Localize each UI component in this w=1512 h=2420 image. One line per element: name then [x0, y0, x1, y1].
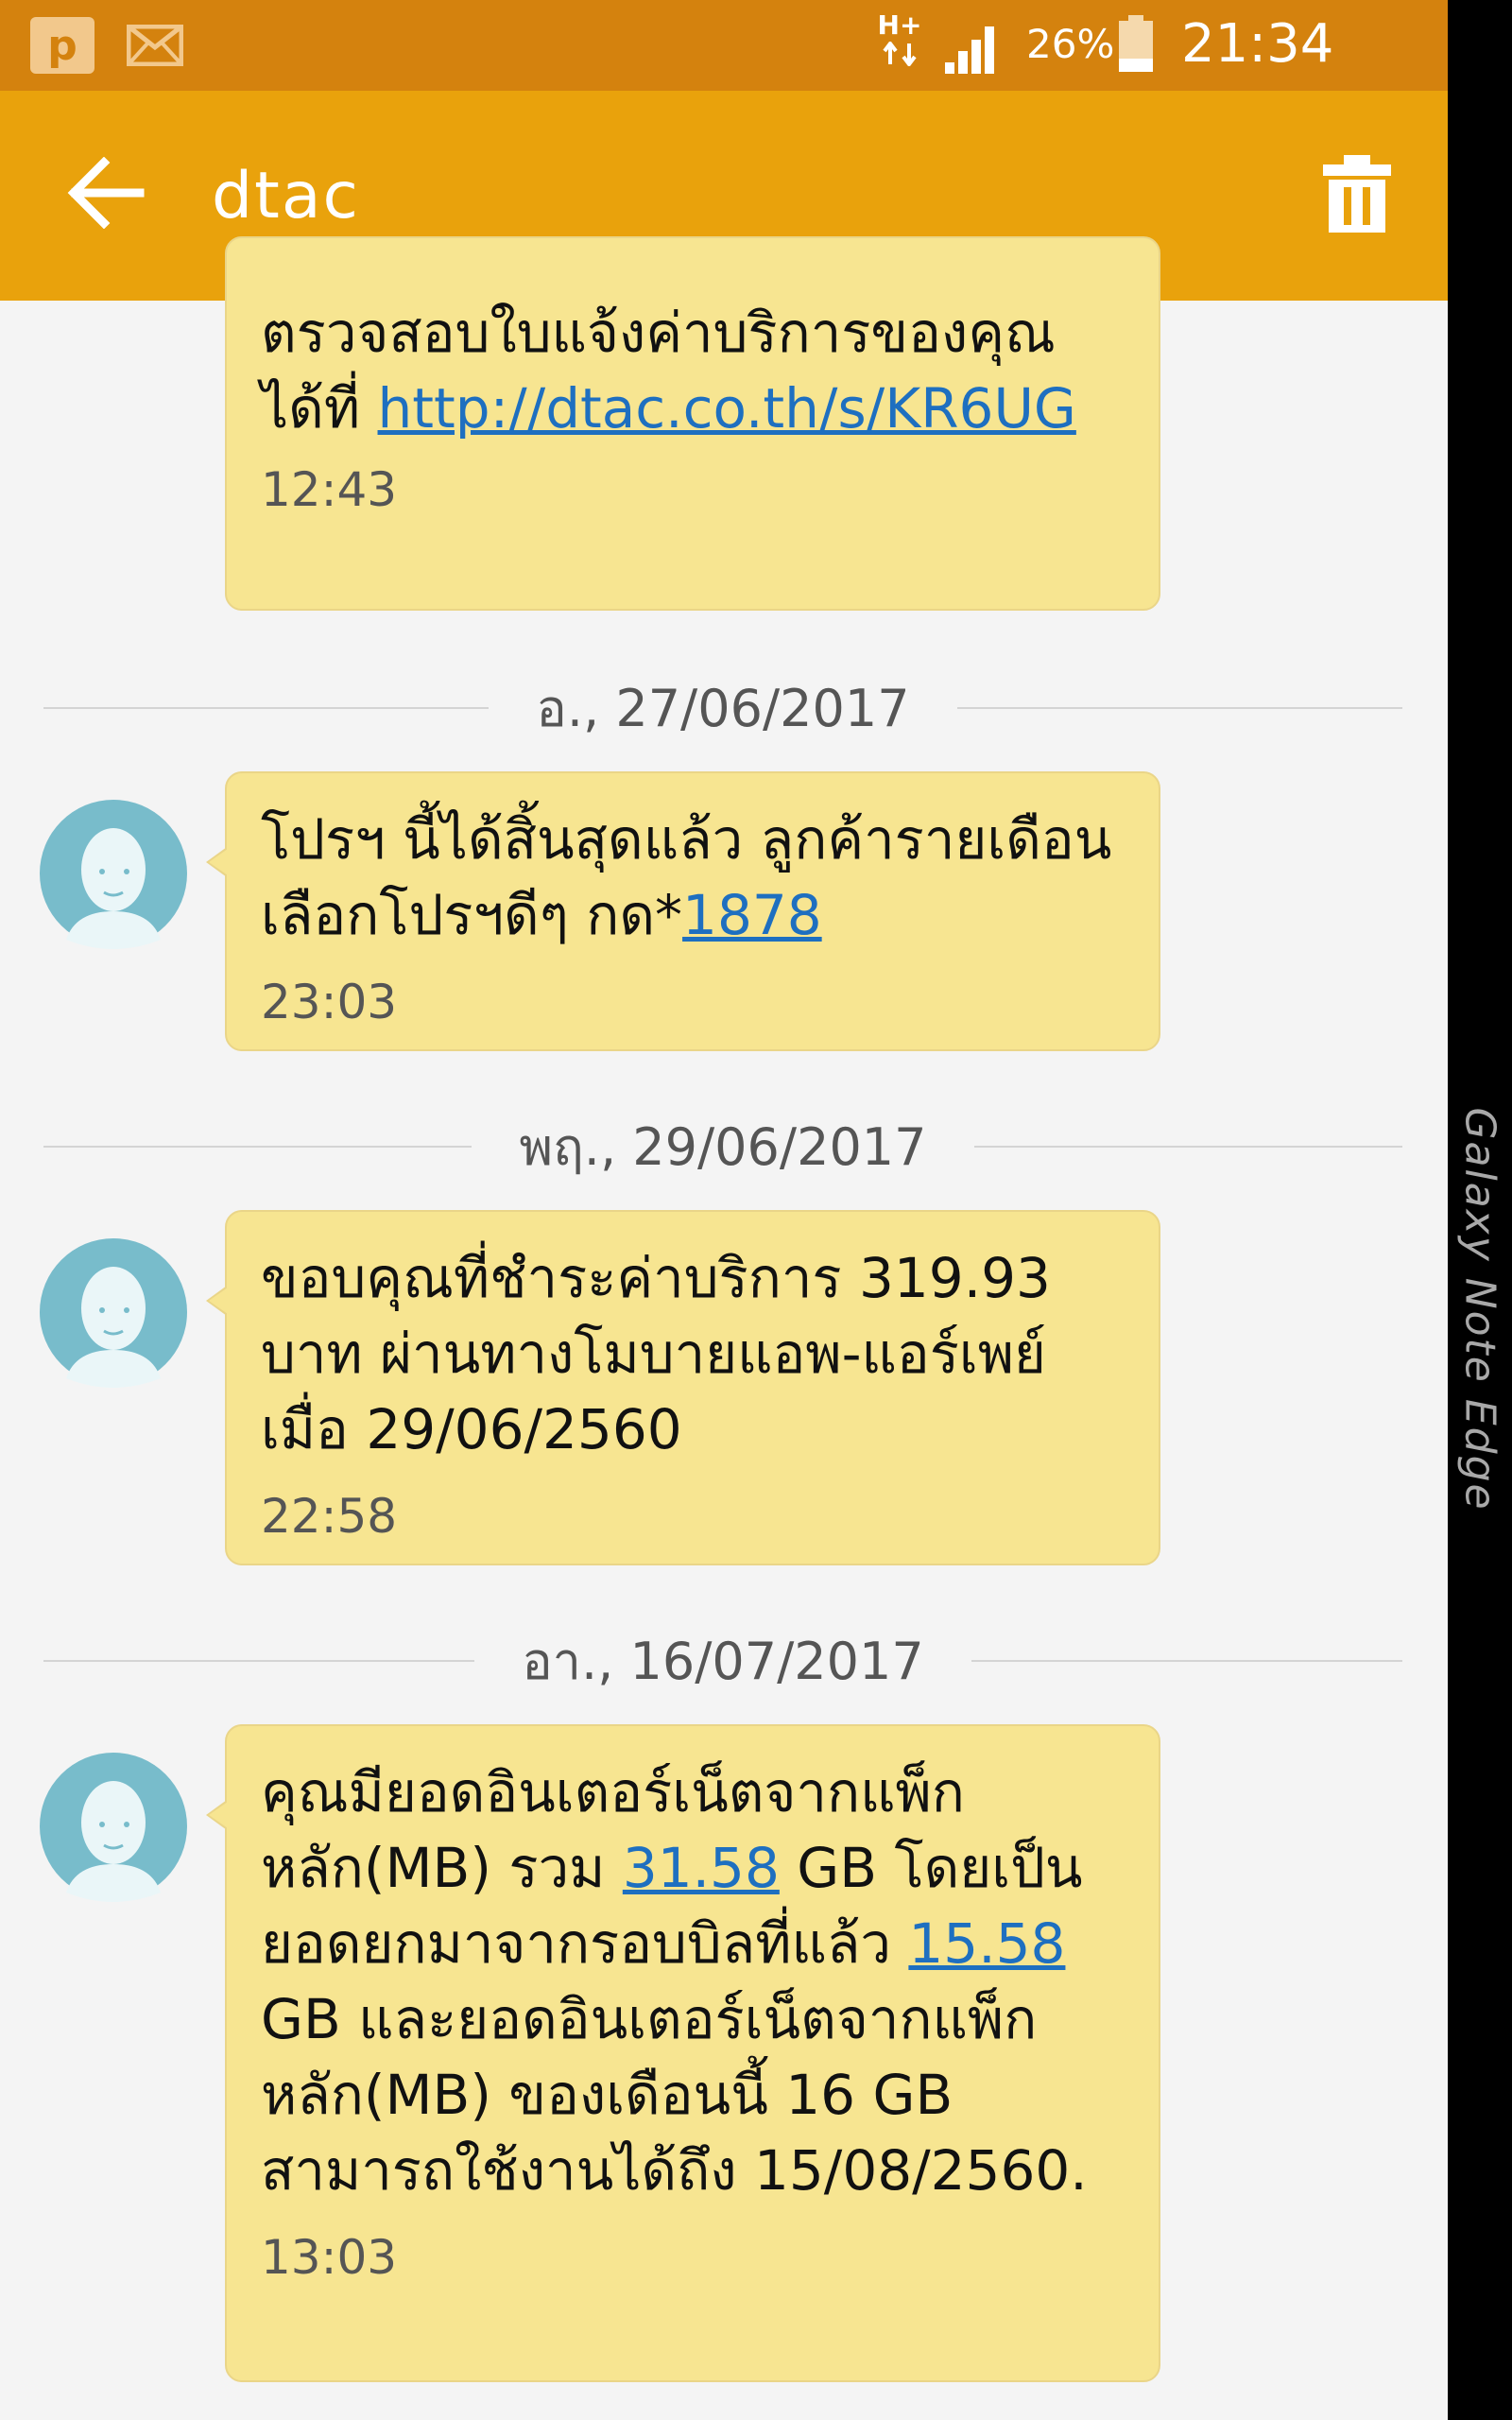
message-bubble[interactable]: คุณมียอดอินเตอร์เน็ตจากแพ็กหลัก(MB) รวม … — [206, 1724, 1160, 2382]
divider — [43, 1146, 472, 1148]
date-separator: อา., 16/07/2017 — [43, 1628, 1402, 1694]
divider — [43, 707, 490, 709]
message-text: คุณมียอดอินเตอร์เน็ตจากแพ็กหลัก(MB) รวม … — [261, 1754, 1125, 2208]
message-link[interactable]: 31.58 — [623, 1836, 780, 1900]
date-separator: อ., 27/06/2017 — [43, 675, 1403, 741]
network-type: H+ — [873, 9, 926, 74]
date-label: อ., 27/06/2017 — [536, 679, 910, 738]
message-text: ขอบคุณที่ชำระค่าบริการ 319.93 บาท ผ่านทา… — [261, 1246, 1051, 1461]
divider — [971, 1660, 1402, 1662]
message-link[interactable]: 15.58 — [908, 1911, 1065, 1976]
divider — [956, 707, 1403, 709]
message-time: 22:58 — [261, 1489, 398, 1544]
avatar[interactable] — [38, 798, 189, 949]
back-arrow-icon[interactable] — [66, 156, 146, 230]
phone-screen: p H+ 26% 21:34 dtac ตรวจสอบใบแจ้งค่าบริก… — [0, 0, 1448, 2420]
conversation-title: dtac — [212, 159, 360, 233]
avatar[interactable] — [38, 1236, 189, 1388]
message-time: 12:43 — [261, 462, 398, 517]
signal-icon — [941, 19, 1005, 79]
message-bubble[interactable]: โปรฯ นี้ได้สิ้นสุดแล้ว ลูกค้ารายเดือนเลื… — [206, 771, 1160, 1051]
clock: 21:34 — [1181, 13, 1334, 75]
battery-icon — [1117, 15, 1155, 74]
date-separator: พฤ., 29/06/2017 — [43, 1114, 1402, 1180]
message-text: โปรฯ นี้ได้สิ้นสุดแล้ว ลูกค้ารายเดือนเลื… — [261, 802, 1125, 953]
message-link[interactable]: http://dtac.co.th/s/KR6UG — [378, 376, 1076, 441]
device-edge-label: Galaxy Note Edge — [1455, 1107, 1504, 1512]
message-bubble[interactable]: ขอบคุณที่ชำระค่าบริการ 319.93 บาท ผ่านทา… — [206, 1210, 1160, 1565]
message-link[interactable]: 1878 — [682, 883, 822, 947]
date-label: อา., 16/07/2017 — [522, 1632, 924, 1691]
message-text: ตรวจสอบใบแจ้งค่าบริการของคุณได้ที่ http:… — [261, 295, 1125, 446]
message-time: 23:03 — [261, 975, 398, 1029]
message-time: 13:03 — [261, 2230, 398, 2285]
message-bubble[interactable]: ตรวจสอบใบแจ้งค่าบริการของคุณได้ที่ http:… — [225, 236, 1160, 611]
divider — [43, 1660, 475, 1662]
status-bar: p H+ 26% 21:34 — [0, 0, 1448, 91]
divider — [973, 1146, 1402, 1148]
mail-icon — [123, 17, 187, 74]
avatar[interactable] — [38, 1751, 189, 1902]
battery-percent: 26% — [1026, 21, 1115, 67]
trash-icon[interactable] — [1319, 153, 1395, 238]
p-app-icon: p — [30, 17, 94, 74]
date-label: พฤ., 29/06/2017 — [519, 1117, 927, 1177]
message-text-part: GB และยอดอินเตอร์เน็ตจากแพ็กหลัก(MB) ของ… — [261, 1987, 1088, 2203]
